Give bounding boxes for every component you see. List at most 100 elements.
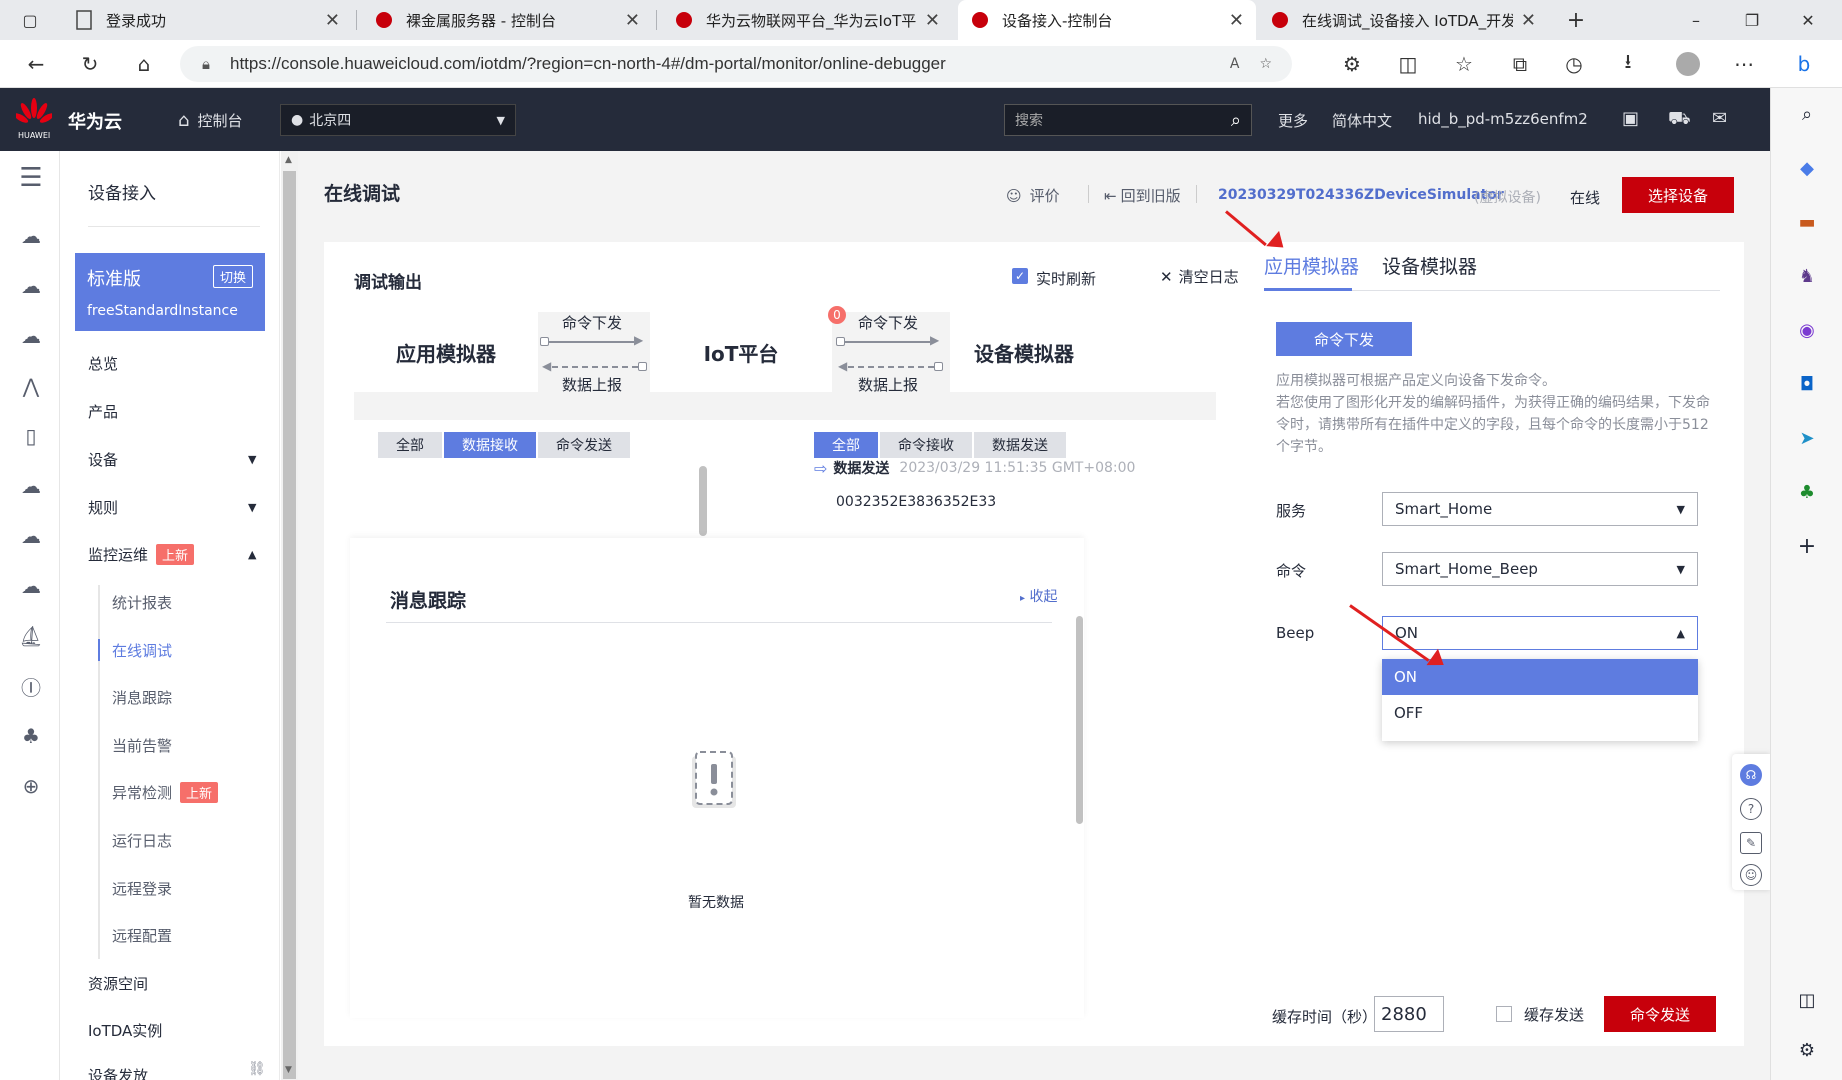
service-select[interactable]: Smart_Home ▼ [1382,492,1698,526]
nav-sub-online-debug[interactable]: 在线调试 [112,640,172,661]
select-device-button[interactable]: 选择设备 [1622,177,1734,213]
filter-command-receive[interactable]: 命令接收 [880,432,972,458]
nav-sub-remote-config[interactable]: 远程配置 [112,925,172,946]
support-icon[interactable]: ☊ [1740,764,1762,786]
command-download-button[interactable]: 命令下发 [1276,322,1412,356]
instance-card[interactable]: 标准版 切换 freeStandardInstance [75,253,265,331]
terminal-icon[interactable]: ▣ [1622,108,1639,129]
smile-icon[interactable]: ☺ [1740,864,1762,886]
restore-icon[interactable]: ❐ [1740,8,1764,32]
storage-icon[interactable]: ☁ [18,473,44,499]
games-icon[interactable]: ♞ [1795,264,1819,288]
scroll-down-icon[interactable]: ▼ [285,1065,292,1075]
window-close-icon[interactable]: ✕ [1796,8,1820,32]
cache-time-input[interactable]: 2880 [1374,996,1444,1032]
history-icon[interactable]: ◷ [1560,50,1588,78]
close-icon[interactable]: ✕ [625,10,640,31]
lock-icon[interactable]: 🔒︎ [202,55,210,73]
scroll-thumb[interactable] [283,171,296,1079]
realtime-refresh-checkbox[interactable]: ✓ [1012,268,1028,284]
command-select[interactable]: Smart_Home_Beep ▼ [1382,552,1698,586]
switch-instance-button[interactable]: 切换 [212,265,253,288]
trace-scrollbar[interactable] [1076,616,1083,824]
help-icon[interactable]: ? [1740,798,1762,820]
tree-icon[interactable]: ♣ [1795,480,1819,504]
url-field[interactable]: 🔒︎ https://console.huaweicloud.com/iotdm… [180,46,1292,82]
globe-icon[interactable]: ⊕ [18,773,44,799]
close-icon[interactable]: ✕ [1229,10,1244,31]
filter-all[interactable]: 全部 [814,432,878,458]
browser-tab-4-active[interactable]: 设备接入-控制台 ✕ [958,0,1256,40]
beep-select[interactable]: ON ▲ [1382,616,1698,650]
option-off[interactable]: OFF [1382,695,1698,731]
reload-icon[interactable]: ↻ [76,50,104,78]
nav-item-rules[interactable]: 规则 [88,497,118,518]
filter-data-receive[interactable]: 数据接收 [444,432,536,458]
nav-item-overview[interactable]: 总览 [88,353,118,374]
browser-tab-3[interactable]: 华为云物联网平台_华为云IoT平台 ✕ [662,0,952,40]
clear-log-button[interactable]: ✕ 清空日志 [1160,266,1239,287]
nav-sub-statistics[interactable]: 统计报表 [112,592,172,613]
nav-item-devices[interactable]: 设备 [88,449,118,470]
nav-sub-anomaly-detection[interactable]: 异常检测 上新 [112,782,219,803]
browser-tab-1[interactable]: 登录成功 ✕ [62,0,352,40]
tab-device-simulator[interactable]: 设备模拟器 [1382,252,1477,279]
menu-icon[interactable]: ☰ [18,163,44,193]
send-command-button[interactable]: 命令发送 [1604,996,1716,1032]
collapse-button[interactable]: ▸ 收起 [1020,586,1057,606]
nav-item-monitoring[interactable]: 监控运维 上新 [88,544,195,565]
nav-sub-current-alarms[interactable]: 当前告警 [112,735,172,756]
device-link[interactable]: 20230329T024336ZDeviceSimulator [1218,187,1504,203]
close-icon[interactable]: ✕ [325,10,340,31]
outlook-icon[interactable]: ◘ [1795,372,1819,396]
cache-send-checkbox[interactable] [1496,1006,1512,1022]
more-link[interactable]: 更多 [1278,110,1308,131]
more-menu-icon[interactable]: ⋯ [1730,50,1758,78]
new-tab-icon[interactable]: + [1564,8,1588,33]
language-switch[interactable]: 简体中文 [1332,110,1392,131]
search-input[interactable]: 搜索 ⌕ [1004,104,1252,136]
nav-sub-message-trace[interactable]: 消息跟踪 [112,687,172,708]
collections-icon[interactable]: ⧉ [1506,50,1534,78]
sidebar-toggle-icon[interactable]: ◫ [1795,988,1819,1012]
filter-command-send[interactable]: 命令发送 [538,432,630,458]
profile-avatar-icon[interactable] [1674,50,1702,78]
favorites-icon[interactable]: ☆ [1450,50,1478,78]
favorite-add-icon[interactable]: ☆ [1259,56,1272,72]
nav-item-products[interactable]: 产品 [88,401,118,422]
filter-all[interactable]: 全部 [378,432,442,458]
minimize-icon[interactable]: – [1684,8,1708,32]
close-icon[interactable]: ✕ [925,10,940,31]
backup-icon[interactable]: ☁ [18,523,44,549]
search-icon[interactable]: ⌕ [1231,110,1241,131]
back-old-version-button[interactable]: ⇤ 回到旧版 [1104,185,1181,206]
tab-actions-icon[interactable]: ▢ [18,8,42,32]
close-icon[interactable]: ✕ [1521,10,1536,31]
downloads-icon[interactable]: ⭳ [1614,49,1642,78]
read-aloud-icon[interactable]: A [1230,56,1240,72]
device-icon[interactable]: ▯ [18,423,44,449]
region-select[interactable]: ● 北京四 ▼ [280,104,516,136]
search-icon[interactable]: ⌕ [1795,102,1819,126]
log-scrollbar[interactable] [699,466,707,536]
ip-icon[interactable]: Ⓘ [18,673,44,700]
feedback-icon[interactable]: ✎ [1740,832,1762,854]
network-icon[interactable]: ⋀ [18,373,44,399]
rate-button[interactable]: ☺ 评价 [1006,185,1060,206]
split-screen-icon[interactable]: ◫ [1394,50,1422,78]
brand-name[interactable]: 华为云 [68,108,122,134]
toolbox-icon[interactable]: ▬ [1795,210,1819,234]
extensions-icon[interactable]: ⚙ [1338,50,1366,78]
browser-tab-5[interactable]: 在线调试_设备接入 IoTDA_开发指 ✕ [1258,0,1548,40]
microsoft-365-icon[interactable]: ◉ [1795,318,1819,342]
add-icon[interactable]: + [1795,534,1819,559]
cloud-sync-icon[interactable]: ☁ [18,573,44,599]
scroll-up-icon[interactable]: ▲ [285,155,292,165]
sidenav-scrollbar[interactable]: ▲ ▼ [281,151,298,1080]
cluster-icon[interactable]: ♣ [18,723,44,749]
nav-item-device-provisioning[interactable]: 设备发放 [88,1065,148,1080]
send-icon[interactable]: ➤ [1795,426,1819,450]
back-icon[interactable]: ← [22,50,50,78]
home-icon[interactable]: ⌂ [130,50,158,78]
mail-icon[interactable]: ✉ [1712,108,1727,129]
